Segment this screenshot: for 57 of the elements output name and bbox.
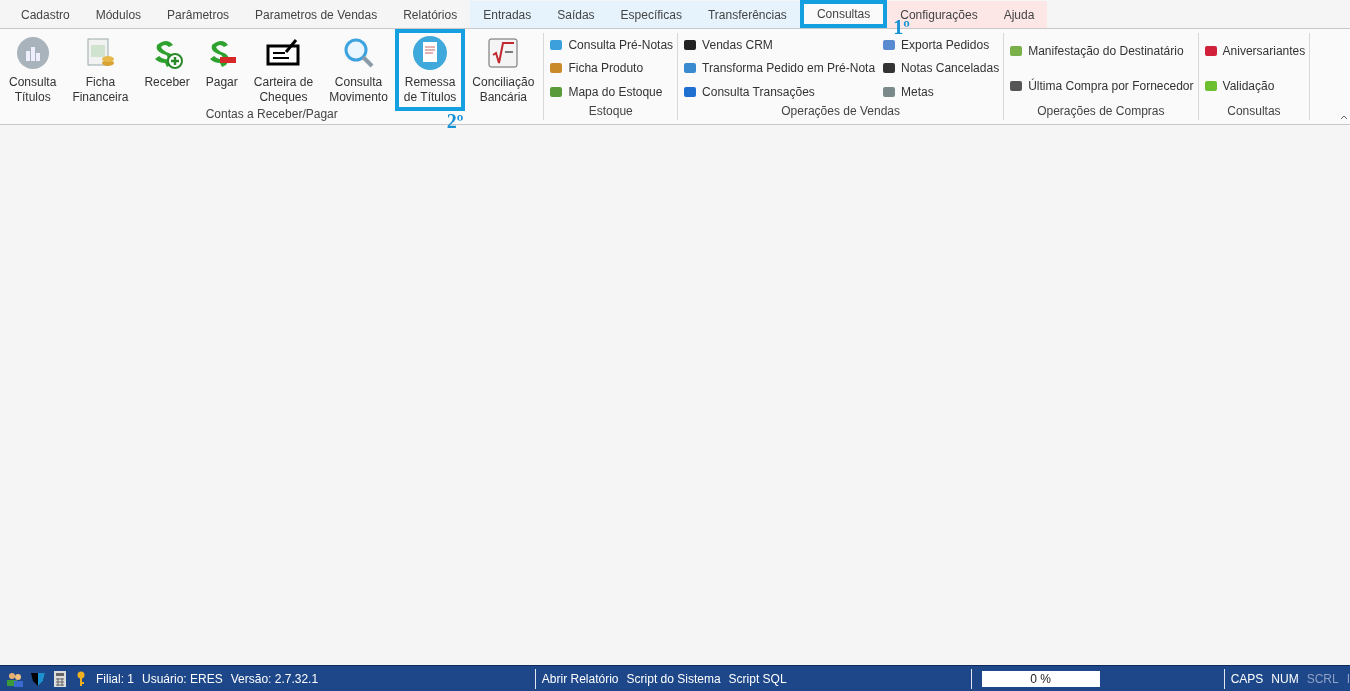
ribbon-item[interactable]: Transforma Pedido em Pré-Nota bbox=[682, 57, 876, 80]
ribbon-button[interactable]: Conciliação Bancária bbox=[467, 33, 540, 107]
group-title: Estoque bbox=[588, 104, 633, 120]
ribbon-item[interactable]: Exporta Pedidos bbox=[881, 33, 1000, 56]
ribbon-button-icon bbox=[488, 35, 519, 71]
ribbon-tab[interactable]: Parametros de Vendas bbox=[242, 1, 391, 28]
key-indicator: I bbox=[1346, 671, 1350, 686]
key-indicator: NUM bbox=[1271, 671, 1299, 686]
ribbon-tab[interactable]: Saídas bbox=[544, 1, 608, 28]
status-text: Usuário: ERES bbox=[142, 671, 223, 686]
ribbon-button[interactable]: Receber bbox=[139, 33, 195, 107]
key-icon[interactable] bbox=[76, 670, 86, 687]
ribbon-tab[interactable]: Transferências bbox=[694, 1, 800, 28]
ribbon-tab[interactable]: Específicas bbox=[607, 1, 695, 28]
ribbon-tab[interactable]: Relatórios bbox=[390, 1, 471, 28]
ribbon-button[interactable]: Remessa de Títulos bbox=[394, 29, 466, 111]
ribbon-item[interactable]: Consulta Pré-Notas bbox=[548, 33, 674, 56]
ribbon-item[interactable]: Notas Canceladas bbox=[881, 57, 1000, 80]
progress-bar: 0 % bbox=[981, 670, 1100, 687]
ribbon-item[interactable]: Última Compra por Fornecedor bbox=[1008, 75, 1194, 98]
group-title: Operações de Compras bbox=[1037, 104, 1165, 120]
ribbon-button-icon bbox=[413, 35, 448, 71]
group-title: Consultas bbox=[1227, 104, 1281, 120]
status-link[interactable]: Abrir Relatório bbox=[541, 671, 619, 686]
ribbon-item[interactable]: Vendas CRM bbox=[682, 33, 876, 56]
group-title: Contas a Receber/Pagar bbox=[205, 107, 338, 121]
ribbon-tab[interactable]: Módulos bbox=[82, 1, 155, 28]
ribbon-item[interactable]: Validação bbox=[1202, 75, 1306, 98]
ribbon-tab[interactable]: Consultas bbox=[799, 0, 888, 28]
ribbon-button[interactable]: Consulta Movimento bbox=[324, 33, 393, 107]
ribbon-button[interactable]: Consulta Títulos bbox=[4, 33, 62, 107]
status-link[interactable]: Script SQL bbox=[728, 671, 787, 686]
status-text: Filial: 1 bbox=[96, 671, 134, 686]
shield-icon[interactable] bbox=[30, 670, 46, 687]
status-link[interactable]: Script do Sistema bbox=[626, 671, 721, 686]
ribbon-item[interactable]: Metas bbox=[881, 81, 1000, 104]
ribbon-tab[interactable]: Parâmetros bbox=[154, 1, 243, 28]
ribbon-button[interactable]: Ficha Financeira bbox=[67, 33, 134, 107]
collapse-icon[interactable] bbox=[1340, 113, 1348, 121]
step-annotation: 2º bbox=[446, 110, 464, 133]
status-text: Versão: 2.7.32.1 bbox=[230, 671, 319, 686]
ribbon-item[interactable]: Aniversariantes bbox=[1202, 39, 1306, 62]
ribbon-button[interactable]: Pagar bbox=[200, 33, 243, 107]
group-title: Operações de Vendas bbox=[781, 104, 900, 120]
ribbon-tab[interactable]: Ajuda bbox=[990, 1, 1048, 28]
key-indicator: SCRL bbox=[1306, 671, 1339, 686]
ribbon-button-icon bbox=[16, 35, 49, 71]
users-icon[interactable] bbox=[6, 670, 24, 687]
ribbon-tab[interactable]: Cadastro bbox=[8, 1, 83, 28]
ribbon-tab[interactable]: Entradas bbox=[470, 1, 545, 28]
key-indicator: CAPS bbox=[1230, 671, 1264, 686]
ribbon-button[interactable]: Carteira de Cheques bbox=[248, 33, 319, 107]
ribbon-item[interactable]: Mapa do Estoque bbox=[548, 81, 674, 104]
ribbon-item[interactable]: Consulta Transações bbox=[682, 81, 876, 104]
calculator-icon[interactable] bbox=[54, 670, 66, 687]
ribbon-item[interactable]: Manifestação do Destinatário bbox=[1008, 39, 1194, 62]
ribbon-item[interactable]: Ficha Produto bbox=[548, 57, 674, 80]
